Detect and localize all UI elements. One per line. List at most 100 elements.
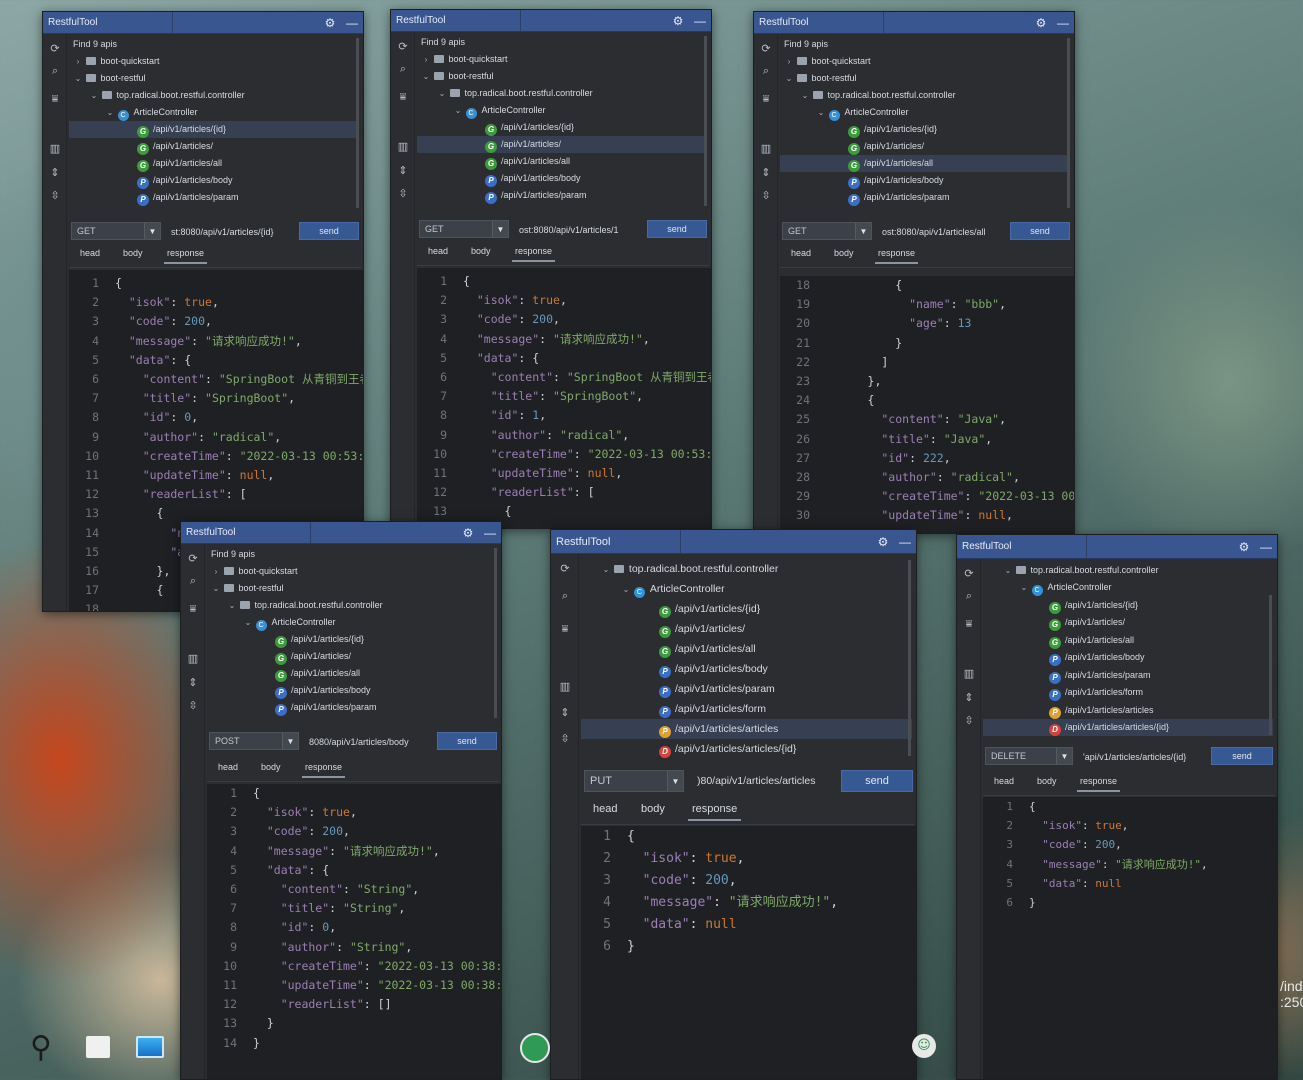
search-icon[interactable]: ⌕ xyxy=(957,589,981,603)
search-icon[interactable]: ⌕ xyxy=(391,62,415,76)
expand-icon[interactable]: ⇕ xyxy=(551,706,579,719)
expand-icon[interactable]: ⇕ xyxy=(181,676,205,689)
tab-head[interactable]: head xyxy=(593,803,617,815)
chart-icon[interactable]: ▥ xyxy=(43,142,67,155)
api-item[interactable]: P/api/v1/articles/body xyxy=(417,170,707,187)
chart-icon[interactable]: ▥ xyxy=(957,667,981,680)
expand-icon[interactable]: ⇕ xyxy=(957,691,981,704)
api-item[interactable]: G/api/v1/articles/ xyxy=(581,619,912,639)
send-button[interactable]: send xyxy=(647,220,707,238)
api-item[interactable]: G/api/v1/articles/{id} xyxy=(417,119,707,136)
api-item[interactable]: G/api/v1/articles/{id} xyxy=(69,121,359,138)
minimize-icon[interactable]: — xyxy=(1052,16,1074,30)
api-item[interactable]: G/api/v1/articles/{id} xyxy=(780,121,1070,138)
api-item[interactable]: G/api/v1/articles/all xyxy=(207,665,497,682)
api-item[interactable]: P/api/v1/articles/param xyxy=(581,679,912,699)
wechat-icon[interactable]: ☺ xyxy=(912,1034,936,1058)
api-item[interactable]: D/api/v1/articles/articles/{id} xyxy=(983,719,1273,736)
collapse-icon[interactable]: ⇳ xyxy=(391,187,415,200)
api-item[interactable]: P/api/v1/articles/body xyxy=(983,649,1273,666)
tab-body[interactable]: body xyxy=(834,248,854,258)
tab-head[interactable]: head xyxy=(218,762,238,772)
api-item[interactable]: P/api/v1/articles/form xyxy=(581,699,912,719)
collapse-icon[interactable]: ⇳ xyxy=(181,699,205,712)
url-input[interactable]: ost:8080/api/v1/articles/1 xyxy=(519,225,641,235)
tree-package[interactable]: ⌄ top.radical.boot.restful.controller xyxy=(581,559,912,579)
tree-controller[interactable]: ⌄ C ArticleController xyxy=(780,104,1070,121)
gear-icon[interactable]: ⚙ xyxy=(1233,540,1255,554)
scrollbar[interactable] xyxy=(908,560,911,756)
scrollbar[interactable] xyxy=(494,548,497,718)
tab-body[interactable]: body xyxy=(123,248,143,258)
method-select[interactable]: PUT ▼ xyxy=(584,770,684,792)
tab-response[interactable]: response xyxy=(164,248,208,264)
tree-controller[interactable]: ⌄ C ArticleController xyxy=(69,104,359,121)
filter-icon[interactable]: ⩸ xyxy=(43,92,67,106)
api-item[interactable]: G/api/v1/articles/ xyxy=(417,136,707,153)
method-select[interactable]: GET ▼ xyxy=(419,220,509,238)
send-button[interactable]: send xyxy=(299,222,359,240)
url-input[interactable]: st:8080/api/v1/articles/{id} xyxy=(171,227,293,237)
tab-head[interactable]: head xyxy=(791,248,811,258)
api-item[interactable]: P/api/v1/articles/articles xyxy=(983,702,1273,719)
tab-response[interactable]: response xyxy=(1077,776,1121,792)
minimize-icon[interactable]: — xyxy=(479,526,501,540)
refresh-icon[interactable]: ⟳ xyxy=(957,567,981,580)
method-select[interactable]: DELETE ▼ xyxy=(985,747,1073,765)
tree-module[interactable]: › boot-quickstart xyxy=(417,51,707,68)
tab-body[interactable]: body xyxy=(471,246,491,256)
tab-body[interactable]: body xyxy=(641,803,665,815)
tree-module[interactable]: › boot-quickstart xyxy=(780,53,1070,70)
search-icon[interactable]: ⌕ xyxy=(43,64,67,78)
tab-head[interactable]: head xyxy=(994,776,1014,786)
api-item[interactable]: G/api/v1/articles/all xyxy=(780,155,1070,172)
refresh-icon[interactable]: ⟳ xyxy=(391,40,415,53)
api-item[interactable]: G/api/v1/articles/all xyxy=(69,155,359,172)
api-item[interactable]: G/api/v1/articles/{id} xyxy=(207,631,497,648)
collapse-icon[interactable]: ⇳ xyxy=(957,714,981,727)
api-item[interactable]: G/api/v1/articles/ xyxy=(983,614,1273,631)
api-item[interactable]: G/api/v1/articles/ xyxy=(780,138,1070,155)
tree-controller[interactable]: ⌄ C ArticleController xyxy=(581,579,912,599)
tab-response[interactable]: response xyxy=(688,803,742,821)
expand-icon[interactable]: ⇕ xyxy=(43,166,67,179)
send-button[interactable]: send xyxy=(437,732,497,750)
send-button[interactable]: send xyxy=(1010,222,1070,240)
tree-controller[interactable]: ⌄ C ArticleController xyxy=(207,614,497,631)
chart-icon[interactable]: ▥ xyxy=(754,142,778,155)
api-item[interactable]: G/api/v1/articles/all xyxy=(983,632,1273,649)
tree-module[interactable]: ⌄ boot-restful xyxy=(207,580,497,597)
tree-package[interactable]: ⌄ top.radical.boot.restful.controller xyxy=(983,562,1273,579)
url-input[interactable]: )80/api/v1/articles/articles xyxy=(697,775,837,787)
filter-icon[interactable]: ⩸ xyxy=(391,90,415,104)
refresh-icon[interactable]: ⟳ xyxy=(181,552,205,565)
refresh-icon[interactable]: ⟳ xyxy=(43,42,67,55)
monitor-icon[interactable] xyxy=(136,1036,164,1058)
tab-head[interactable]: head xyxy=(80,248,100,258)
tree-module[interactable]: › boot-quickstart xyxy=(69,53,359,70)
task-view-icon[interactable] xyxy=(86,1036,110,1058)
filter-icon[interactable]: ⩸ xyxy=(754,92,778,106)
api-item[interactable]: D/api/v1/articles/articles/{id} xyxy=(581,739,912,759)
tree-package[interactable]: ⌄ top.radical.boot.restful.controller xyxy=(207,597,497,614)
search-icon[interactable]: ⌕ xyxy=(754,64,778,78)
tab-head[interactable]: head xyxy=(428,246,448,256)
tab-response[interactable]: response xyxy=(512,246,556,262)
minimize-icon[interactable]: — xyxy=(689,14,711,28)
tab-response[interactable]: response xyxy=(875,248,919,264)
app-icon[interactable] xyxy=(520,1033,550,1063)
api-item[interactable]: G/api/v1/articles/ xyxy=(69,138,359,155)
tree-module[interactable]: › boot-quickstart xyxy=(207,563,497,580)
collapse-icon[interactable]: ⇳ xyxy=(551,732,579,745)
api-item[interactable]: P/api/v1/articles/body xyxy=(780,172,1070,189)
minimize-icon[interactable]: — xyxy=(341,16,363,30)
api-item[interactable]: P/api/v1/articles/param xyxy=(983,667,1273,684)
tree-controller[interactable]: ⌄ C ArticleController xyxy=(417,102,707,119)
gear-icon[interactable]: ⚙ xyxy=(319,16,341,30)
search-icon[interactable]: ⚲ xyxy=(24,1030,58,1065)
filter-icon[interactable]: ⩸ xyxy=(551,622,579,636)
expand-icon[interactable]: ⇕ xyxy=(754,166,778,179)
api-item[interactable]: P/api/v1/articles/param xyxy=(780,189,1070,206)
api-item[interactable]: P/api/v1/articles/body xyxy=(581,659,912,679)
api-item[interactable]: P/api/v1/articles/articles xyxy=(581,719,912,739)
